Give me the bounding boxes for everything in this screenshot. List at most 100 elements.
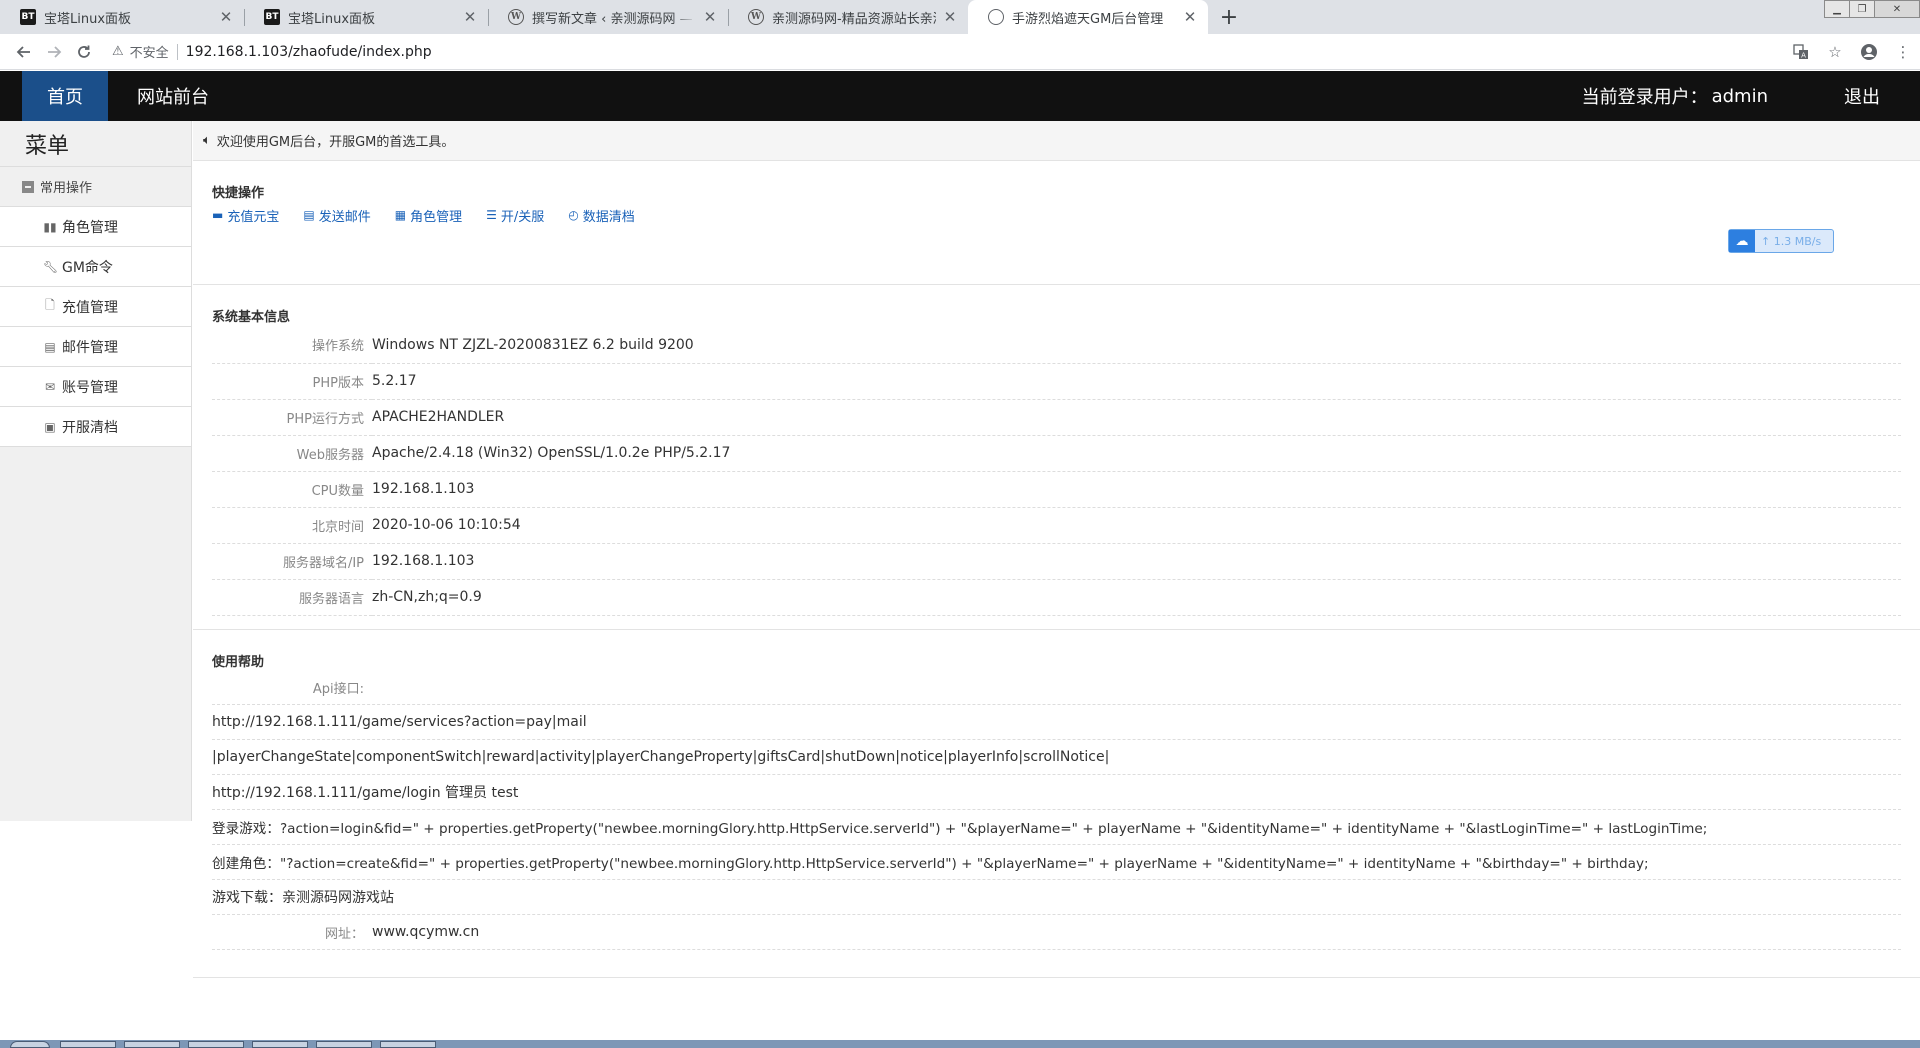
info-value: zh-CN,zh;q=0.9 bbox=[372, 579, 1901, 616]
main-content: 🔈︎ 欢迎使用GM后台，开服GM的首选工具。 快捷操作 ▬ 充值元宝 ▤ 发送邮… bbox=[193, 121, 1920, 978]
current-user: 当前登录用户： admin bbox=[1582, 71, 1768, 121]
info-value: 5.2.17 bbox=[372, 363, 1901, 400]
help-site-value[interactable]: www.qcymw.cn bbox=[372, 924, 479, 940]
info-key: 北京时间 bbox=[212, 507, 372, 544]
address-bar[interactable]: ⚠ 不安全 192.168.1.103/zhaofude/index.php bbox=[112, 37, 1772, 66]
close-tab-icon[interactable]: ✕ bbox=[1182, 8, 1198, 26]
close-tab-icon[interactable]: ✕ bbox=[702, 8, 718, 26]
table-row: Web服务器 Apache/2.4.18 (Win32) OpenSSL/1.0.… bbox=[212, 435, 1901, 472]
sidebar-item-server-reset[interactable]: ▣ 开服清档 bbox=[0, 407, 191, 447]
nav-frontend[interactable]: 网站前台 bbox=[137, 71, 209, 121]
back-button[interactable] bbox=[10, 38, 38, 66]
info-key: Web服务器 bbox=[212, 435, 372, 472]
new-tab-button[interactable]: + bbox=[1215, 3, 1243, 31]
taskbar-item[interactable] bbox=[124, 1041, 180, 1048]
table-row: PHP版本 5.2.17 bbox=[212, 363, 1901, 400]
sidebar-item-label: 账号管理 bbox=[62, 379, 118, 396]
toolbar-actions: A ☆ ⋮ bbox=[1784, 37, 1920, 66]
start-button[interactable] bbox=[10, 1041, 50, 1048]
security-label[interactable]: 不安全 bbox=[130, 42, 169, 61]
app-header: 首页 网站前台 当前登录用户： admin 退出 bbox=[0, 71, 1920, 121]
taskbar-item[interactable] bbox=[380, 1041, 436, 1048]
quick-actions-section: 快捷操作 ▬ 充值元宝 ▤ 发送邮件 ▦ 角色管理 ☰ 开/关服 ◴ 数据清档 bbox=[193, 161, 1920, 285]
quick-role-manage-link[interactable]: ▦ 角色管理 bbox=[395, 206, 462, 225]
quick-actions: ▬ 充值元宝 ▤ 发送邮件 ▦ 角色管理 ☰ 开/关服 ◴ 数据清档 bbox=[212, 203, 1901, 231]
quick-link-label: 发送邮件 bbox=[318, 209, 371, 225]
speed-text: 1.3 MB/s bbox=[1773, 234, 1822, 248]
menu-icon: ☰ bbox=[486, 208, 497, 222]
reload-button[interactable] bbox=[70, 38, 98, 66]
account-icon[interactable] bbox=[1852, 37, 1886, 66]
tab-title: 手游烈焰遮天GM后台管理 bbox=[1012, 11, 1164, 27]
network-speed-widget[interactable]: ☁ ↑ 1.3 MB/s bbox=[1728, 229, 1834, 253]
sidebar-item-label: 角色管理 bbox=[62, 219, 118, 236]
browser-tab[interactable]: BT 宝塔Linux面板 ✕ bbox=[0, 0, 244, 34]
url-text[interactable]: 192.168.1.103/zhaofude/index.php bbox=[186, 44, 432, 60]
help-site-row: 网址： www.qcymw.cn bbox=[212, 915, 1901, 950]
address-separator bbox=[176, 43, 178, 60]
logout-link[interactable]: 退出 bbox=[1844, 71, 1880, 121]
help-site-label: 网址： bbox=[324, 926, 364, 942]
taskbar-item[interactable] bbox=[188, 1041, 244, 1048]
close-tab-icon[interactable]: ✕ bbox=[942, 8, 958, 26]
quick-link-label: 充值元宝 bbox=[227, 209, 280, 225]
window-controls: ▁ ❐ ✕ bbox=[1824, 0, 1920, 18]
help-api-row: Api接口: bbox=[212, 670, 1901, 705]
notice-text: 欢迎使用GM后台，开服GM的首选工具。 bbox=[216, 135, 455, 150]
sidebar-group-label: 常用操作 bbox=[40, 181, 93, 196]
close-tab-icon[interactable]: ✕ bbox=[218, 8, 234, 26]
current-user-name: admin bbox=[1711, 85, 1768, 107]
system-info-section: 系统基本信息 操作系统 Windows NT ZJZL-20200831EZ 6.… bbox=[193, 285, 1920, 630]
sidebar-item-mail[interactable]: ▤ 邮件管理 bbox=[0, 327, 191, 367]
info-value: 192.168.1.103 bbox=[372, 543, 1901, 580]
help-line: http://192.168.1.111/game/services?actio… bbox=[212, 705, 1901, 740]
browser-tab[interactable]: BT 宝塔Linux面板 ✕ bbox=[244, 0, 488, 34]
browser-tab[interactable]: W 亲测源码网-精品资源站长亲测 ✕ bbox=[728, 0, 968, 34]
sidebar-item-label: 邮件管理 bbox=[62, 339, 118, 356]
sidebar-group-common[interactable]: 常用操作 bbox=[0, 167, 191, 207]
quick-server-toggle-link[interactable]: ☰ 开/关服 bbox=[486, 206, 544, 225]
nav-home[interactable]: 首页 bbox=[22, 71, 108, 121]
more-menu-icon[interactable]: ⋮ bbox=[1886, 37, 1920, 66]
quick-recharge-gold-link[interactable]: ▬ 充值元宝 bbox=[212, 206, 279, 225]
table-row: 服务器域名/IP 192.168.1.103 bbox=[212, 543, 1901, 580]
star-icon[interactable]: ☆ bbox=[1818, 37, 1852, 66]
network-speed-value: ↑ 1.3 MB/s bbox=[1761, 234, 1822, 248]
tab-title: 撰写新文章 ‹ 亲测源码网 — WordPress bbox=[532, 11, 696, 27]
arrow-left-icon bbox=[16, 45, 30, 58]
system-info-table: 操作系统 Windows NT ZJZL-20200831EZ 6.2 build… bbox=[212, 327, 1901, 616]
image-icon: ▣ bbox=[44, 419, 56, 434]
quick-data-clear-link[interactable]: ◴ 数据清档 bbox=[568, 206, 635, 225]
sidebar-item-recharge[interactable]: 🗋︎ 充值管理 bbox=[0, 287, 191, 327]
sidebar-item-gm-command[interactable]: 🔧︎ GM命令 bbox=[0, 247, 191, 287]
taskbar-item[interactable] bbox=[252, 1041, 308, 1048]
sidebar: 菜单 常用操作 ▮▮ 角色管理 🔧︎ GM命令 🗋︎ 充值管理 ▤ 邮件管理 ✉… bbox=[0, 121, 192, 821]
info-key: CPU数量 bbox=[212, 471, 372, 508]
wordpress-favicon-icon: W bbox=[508, 9, 524, 25]
sidebar-item-accounts[interactable]: ✉ 账号管理 bbox=[0, 367, 191, 407]
sidebar-item-label: GM命令 bbox=[62, 259, 113, 276]
info-key: 服务器域名/IP bbox=[212, 543, 372, 580]
forward-button[interactable] bbox=[40, 38, 68, 66]
quick-send-mail-link[interactable]: ▤ 发送邮件 bbox=[303, 206, 370, 225]
taskbar-item[interactable] bbox=[60, 1041, 116, 1048]
help-line: 创建角色："?action=create&fid=" + properties.… bbox=[212, 845, 1901, 880]
translate-icon[interactable]: A bbox=[1784, 37, 1818, 66]
tab-title: 宝塔Linux面板 bbox=[288, 11, 376, 27]
cloud-icon: ☁ bbox=[1729, 230, 1755, 252]
table-row: 北京时间 2020-10-06 10:10:54 bbox=[212, 507, 1901, 544]
restore-button[interactable]: ❐ bbox=[1849, 0, 1875, 18]
close-tab-icon[interactable]: ✕ bbox=[462, 8, 478, 26]
minimize-button[interactable]: ▁ bbox=[1824, 0, 1850, 18]
warning-icon[interactable]: ⚠ bbox=[112, 44, 124, 59]
quick-link-label: 数据清档 bbox=[582, 209, 635, 225]
info-value: 192.168.1.103 bbox=[372, 471, 1901, 508]
browser-tab[interactable]: W 撰写新文章 ‹ 亲测源码网 — WordPress ✕ bbox=[488, 0, 728, 34]
window-close-button[interactable]: ✕ bbox=[1874, 0, 1920, 18]
taskbar-item[interactable] bbox=[316, 1041, 372, 1048]
sidebar-item-roles[interactable]: ▮▮ 角色管理 bbox=[0, 207, 191, 247]
browser-tab-active[interactable]: 手游烈焰遮天GM后台管理 ✕ bbox=[968, 0, 1208, 34]
help-section: 使用帮助 Api接口: http://192.168.1.111/game/se… bbox=[193, 630, 1920, 978]
info-value: Windows NT ZJZL-20200831EZ 6.2 build 920… bbox=[372, 327, 1901, 364]
globe-favicon-icon bbox=[988, 9, 1004, 25]
